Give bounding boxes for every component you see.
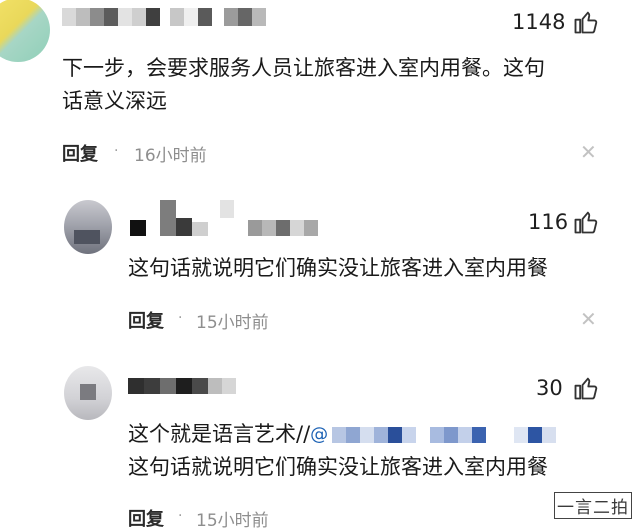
comment-text: 这句话就说明它们确实没让旅客进入室内用餐 bbox=[128, 256, 548, 280]
separator-dot: · bbox=[114, 143, 119, 159]
comment-text: 下一步，会要求服务人员让旅客进入室内用餐。这句 话意义深远 bbox=[62, 56, 545, 113]
thumbs-up-icon[interactable] bbox=[572, 374, 600, 402]
username-pixelated[interactable] bbox=[62, 8, 266, 26]
mention-pixelated[interactable] bbox=[332, 426, 557, 443]
avatar[interactable] bbox=[0, 0, 50, 62]
avatar[interactable] bbox=[64, 366, 112, 420]
reply-button[interactable]: 回复 bbox=[128, 307, 164, 333]
timestamp: 15小时前 bbox=[196, 313, 269, 333]
close-icon[interactable]: ✕ bbox=[580, 140, 597, 164]
username-pixelated[interactable] bbox=[128, 378, 236, 394]
comment-text: 这个就是语言艺术// @ 这句话就说明它们确实没让旅客进入室内用餐 bbox=[128, 418, 608, 484]
reply-button[interactable]: 回复 bbox=[62, 140, 98, 166]
like-count: 116 bbox=[528, 210, 569, 234]
watermark: 一言二拍 bbox=[554, 492, 632, 519]
separator-dot: · bbox=[178, 310, 183, 326]
thumbs-up-icon[interactable] bbox=[572, 208, 600, 236]
mention-link[interactable]: @ bbox=[310, 418, 328, 451]
reply-button[interactable]: 回复 bbox=[128, 505, 164, 531]
timestamp: 15小时前 bbox=[196, 511, 269, 531]
avatar[interactable] bbox=[64, 200, 112, 254]
like-count: 1148 bbox=[512, 10, 566, 34]
timestamp: 16小时前 bbox=[134, 146, 207, 166]
comment-prefix: 这个就是语言艺术// bbox=[128, 422, 311, 446]
username-pixelated[interactable] bbox=[130, 200, 318, 236]
quoted-comment: 这句话就说明它们确实没让旅客进入室内用餐 bbox=[128, 455, 548, 479]
thumbs-up-icon[interactable] bbox=[572, 8, 600, 36]
separator-dot: · bbox=[178, 508, 183, 524]
close-icon[interactable]: ✕ bbox=[580, 307, 597, 331]
like-count: 30 bbox=[536, 376, 563, 400]
